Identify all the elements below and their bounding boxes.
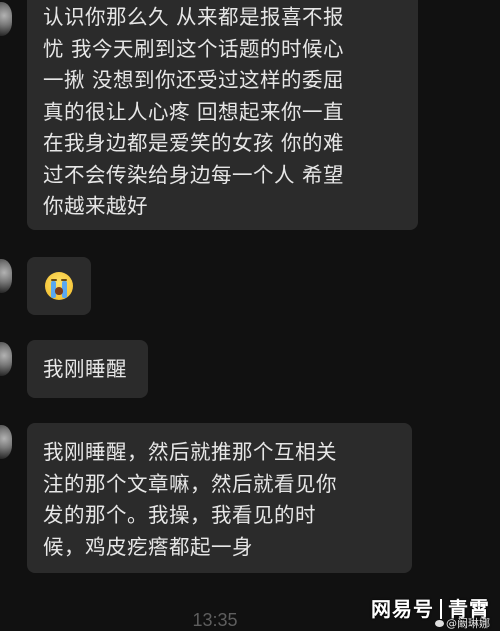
message-bubble[interactable]: 我刚睡醒	[27, 340, 148, 398]
loudly-crying-face-icon	[45, 272, 73, 300]
watermark-brand: 网易号	[371, 597, 434, 621]
message-line: 候，鸡皮疙瘩都起一身	[43, 534, 253, 559]
message-line: 认识你那么久 从来都是报喜不报	[43, 5, 345, 29]
sender-avatar[interactable]	[0, 342, 12, 376]
message-line: 在我身边都是爱笑的女孩 你的难	[43, 131, 345, 155]
emoji-message-bubble[interactable]	[27, 257, 91, 315]
message-line: 真的很让人心疼 回想起来你一直	[43, 99, 345, 124]
message-timestamp: 13:35	[192, 610, 238, 630]
watermark: 网易号 青霄 @阚琳娜	[371, 593, 490, 630]
message-line: 我刚睡醒，然后就推那个互相关	[43, 440, 337, 464]
message-line: 发的那个。我操，我看见的时	[43, 503, 316, 527]
weibo-icon	[435, 620, 444, 627]
message-bubble[interactable]: 认识你那么久 从来都是报喜不报 忧 我今天刷到这个话题的时候心 一揪 没想到你还…	[27, 0, 418, 230]
message-bubble[interactable]: 我刚睡醒，然后就推那个互相关 注的那个文章嘛，然后就看见你 发的那个。我操，我看…	[27, 423, 412, 573]
sender-avatar[interactable]	[0, 2, 12, 36]
message-line: 忧 我今天刷到这个话题的时候心	[43, 36, 345, 61]
sender-avatar[interactable]	[0, 259, 12, 293]
weibo-username: @阚琳娜	[446, 617, 490, 630]
message-line: 注的那个文章嘛，然后就看见你	[43, 471, 337, 496]
message-line: 一揪 没想到你还受过这样的委屈	[43, 68, 345, 92]
sender-avatar[interactable]	[0, 425, 12, 459]
message-line: 过不会传染给身边每一个人 希望	[43, 162, 345, 187]
message-line: 你越来越好	[43, 194, 148, 218]
message-line: 我刚睡醒	[43, 357, 127, 381]
